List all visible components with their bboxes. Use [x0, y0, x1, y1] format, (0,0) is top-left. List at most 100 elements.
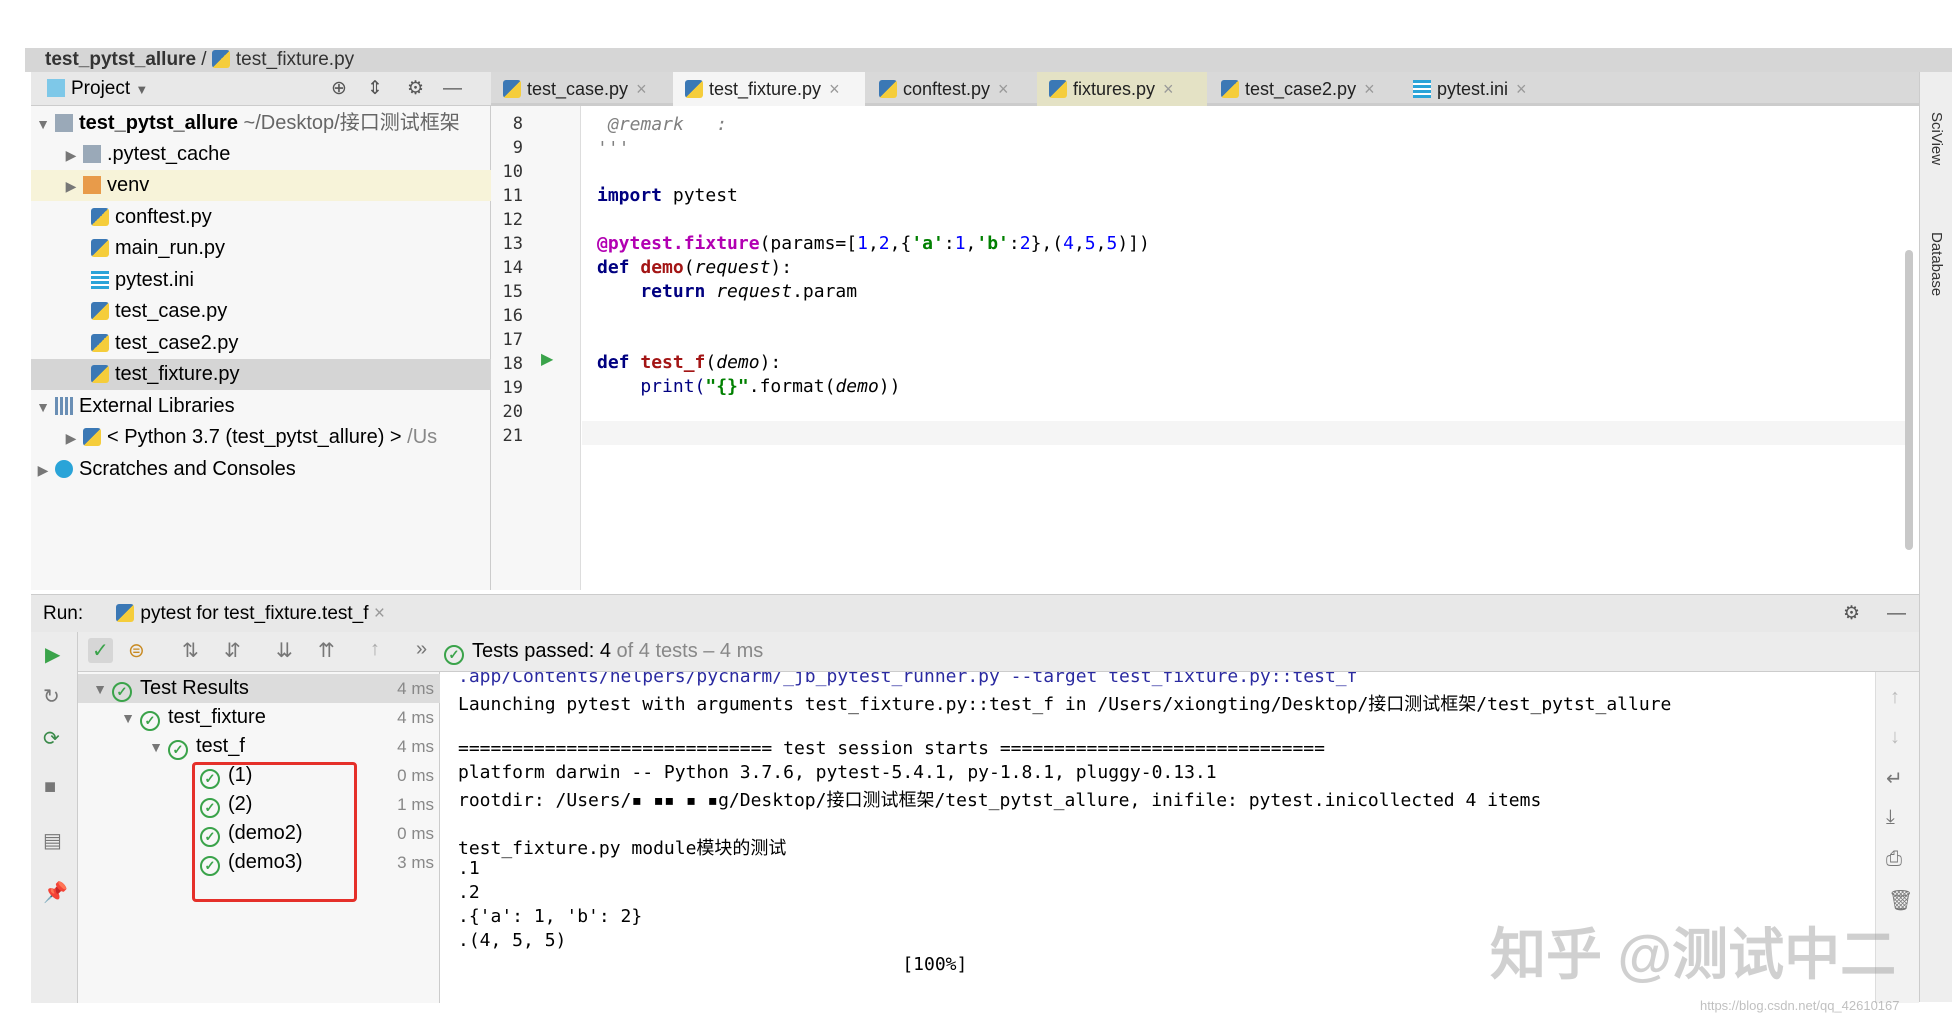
editor-scrollbar[interactable] [1905, 250, 1913, 550]
rerun-icon[interactable]: ▶ [45, 642, 60, 667]
stop-icon[interactable]: ■ [44, 776, 56, 799]
line-number: 12 [502, 210, 523, 230]
pin-icon[interactable]: 📌 [43, 880, 68, 905]
up-icon[interactable]: ↑ [1890, 686, 1900, 709]
show-ignored-icon[interactable]: ⊜ [128, 638, 145, 663]
expand-all-icon[interactable]: ⇊ [276, 638, 293, 663]
breadcrumb-file[interactable]: test_fixture.py [236, 49, 354, 70]
tab-test-case2[interactable]: test_case2.py × [1209, 72, 1399, 106]
test-row-module[interactable]: ▼ ✓ test_fixture 4 ms [78, 703, 440, 732]
test-row-function[interactable]: ▼ ✓ test_f 4 ms [78, 732, 440, 761]
test-row-results[interactable]: ▼ ✓ Test Results 4 ms [78, 674, 440, 703]
previous-icon[interactable]: ↑ [370, 638, 380, 661]
tree-item-test-fixture[interactable]: test_fixture.py [31, 359, 491, 390]
tree-item-root[interactable]: ▼ test_pytst_allure ~/Desktop/接口测试框架 [31, 108, 491, 139]
tab-conftest[interactable]: conftest.py × [867, 72, 1035, 106]
line-number: 10 [502, 162, 523, 182]
tree-item-pytest-ini[interactable]: pytest.ini [31, 265, 491, 296]
tree-item-conftest[interactable]: conftest.py [31, 202, 491, 233]
gear-icon[interactable]: ⚙ [1843, 595, 1860, 633]
hide-icon[interactable]: — [1887, 595, 1906, 633]
show-passed-icon[interactable]: ✓ [88, 638, 113, 663]
down-icon[interactable]: ↓ [1890, 726, 1900, 749]
sort-duration-icon[interactable]: ⇵ [224, 638, 241, 663]
chevron-down-icon[interactable]: ▼ [135, 82, 148, 97]
tab-pytest-ini[interactable]: pytest.ini × [1401, 72, 1569, 106]
python-file-icon [91, 239, 109, 257]
tree-label: main_run.py [115, 237, 226, 259]
tree-item-python-sdk[interactable]: ▶ < Python 3.7 (test_pytst_allure) > /Us [31, 422, 491, 453]
expand-arrow-icon[interactable]: ▼ [31, 109, 55, 139]
close-icon[interactable]: × [636, 79, 647, 99]
close-icon[interactable]: × [998, 79, 1009, 99]
collapse-all-icon[interactable]: ⇈ [318, 638, 335, 663]
line-number: 21 [502, 426, 523, 446]
tree-item-external-libraries[interactable]: ▼ External Libraries [31, 391, 491, 422]
folder-icon [83, 176, 101, 194]
code-line-11: import pytest [597, 185, 738, 206]
tree-item-pytest-cache[interactable]: ▶ .pytest_cache [31, 139, 491, 170]
tree-path: /Us [407, 426, 438, 448]
layout-icon[interactable]: ▤ [43, 828, 62, 853]
locate-icon[interactable]: ⊕ [331, 72, 347, 106]
tree-item-main-run[interactable]: main_run.py [31, 233, 491, 264]
breadcrumb-project[interactable]: test_pytst_allure [45, 49, 196, 70]
tree-label: .pytest_cache [107, 143, 231, 165]
line-number: 14 [502, 258, 523, 278]
console-line: .(4, 5, 5) [458, 930, 567, 951]
ini-file-icon [1413, 80, 1431, 98]
toggle-autotest-icon[interactable]: ⟳ [43, 726, 60, 751]
current-line-highlight [582, 421, 1912, 445]
tab-fixtures[interactable]: fixtures.py × [1037, 72, 1207, 106]
console-line: platform darwin -- Python 3.7.6, pytest-… [458, 762, 1217, 783]
run-config-tab[interactable]: pytest for test_fixture.test_f × [116, 603, 385, 624]
tree-item-scratches[interactable]: ▶ Scratches and Consoles [31, 454, 491, 485]
line-number: 20 [502, 402, 523, 422]
close-icon[interactable]: × [829, 79, 840, 99]
tree-item-venv[interactable]: ▶ venv [31, 170, 491, 201]
line-number: 9 [512, 138, 523, 158]
python-file-icon [91, 365, 109, 383]
soft-wrap-icon[interactable]: ↵ [1886, 766, 1903, 791]
print-icon[interactable]: ⎙ [1886, 848, 1902, 871]
hide-icon[interactable]: — [443, 72, 462, 106]
console-line: rootdir: /Users/▪ ▪▪ ▪ ▪g/Desktop/接口测试框架… [458, 790, 1542, 811]
python-file-icon [1049, 80, 1067, 98]
project-icon [47, 79, 65, 97]
close-icon[interactable]: × [1364, 79, 1375, 99]
line-gutter: 8 9 10 11 12 13 14 15 16 17 18 19 20 21 ▶ [491, 106, 581, 590]
project-tree: ▼ test_pytst_allure ~/Desktop/接口测试框架 ▶ .py… [31, 106, 491, 590]
rerun-failed-icon[interactable]: ↻ [43, 684, 60, 709]
more-icon[interactable]: » [416, 638, 427, 661]
scroll-to-end-icon[interactable]: ⤓ [1886, 806, 1895, 829]
python-file-icon [211, 50, 230, 68]
tree-label: venv [107, 174, 150, 196]
gear-icon[interactable]: ⚙ [407, 72, 424, 106]
sciview-tool-button[interactable]: SciView [1928, 112, 1945, 165]
project-panel-header: Project ▼ ⊕ ⇕ ⚙ — [31, 72, 491, 106]
sort-alpha-icon[interactable]: ⇅ [182, 638, 199, 663]
tree-item-test-case2[interactable]: test_case2.py [31, 328, 491, 359]
tab-label: test_case2.py [1245, 79, 1357, 99]
python-file-icon [116, 604, 135, 622]
console-line: .1 [458, 858, 480, 879]
tab-test-case[interactable]: test_case.py × [491, 72, 671, 106]
console-line: .2 [458, 882, 480, 903]
project-dropdown[interactable]: Project [71, 78, 130, 99]
tree-item-test-case[interactable]: test_case.py [31, 296, 491, 327]
run-test-gutter-icon[interactable]: ▶ [541, 349, 553, 369]
passed-icon: ✓ [140, 711, 160, 731]
collapse-icon[interactable]: ⇕ [367, 72, 383, 106]
database-tool-button[interactable]: Database [1928, 232, 1945, 296]
close-icon[interactable]: × [374, 603, 385, 624]
python-file-icon [1221, 80, 1239, 98]
tree-label: test_fixture.py [115, 363, 240, 385]
test-status: ✓ Tests passed: 4 of 4 tests – 4 ms [444, 640, 763, 665]
tab-test-fixture[interactable]: test_fixture.py × [673, 72, 865, 106]
close-icon[interactable]: × [1516, 79, 1527, 99]
code-editor[interactable] [491, 106, 1919, 590]
python-file-icon [685, 80, 703, 98]
library-icon [55, 397, 73, 415]
code-line-8: @remark : [608, 114, 728, 135]
close-icon[interactable]: × [1163, 79, 1174, 99]
